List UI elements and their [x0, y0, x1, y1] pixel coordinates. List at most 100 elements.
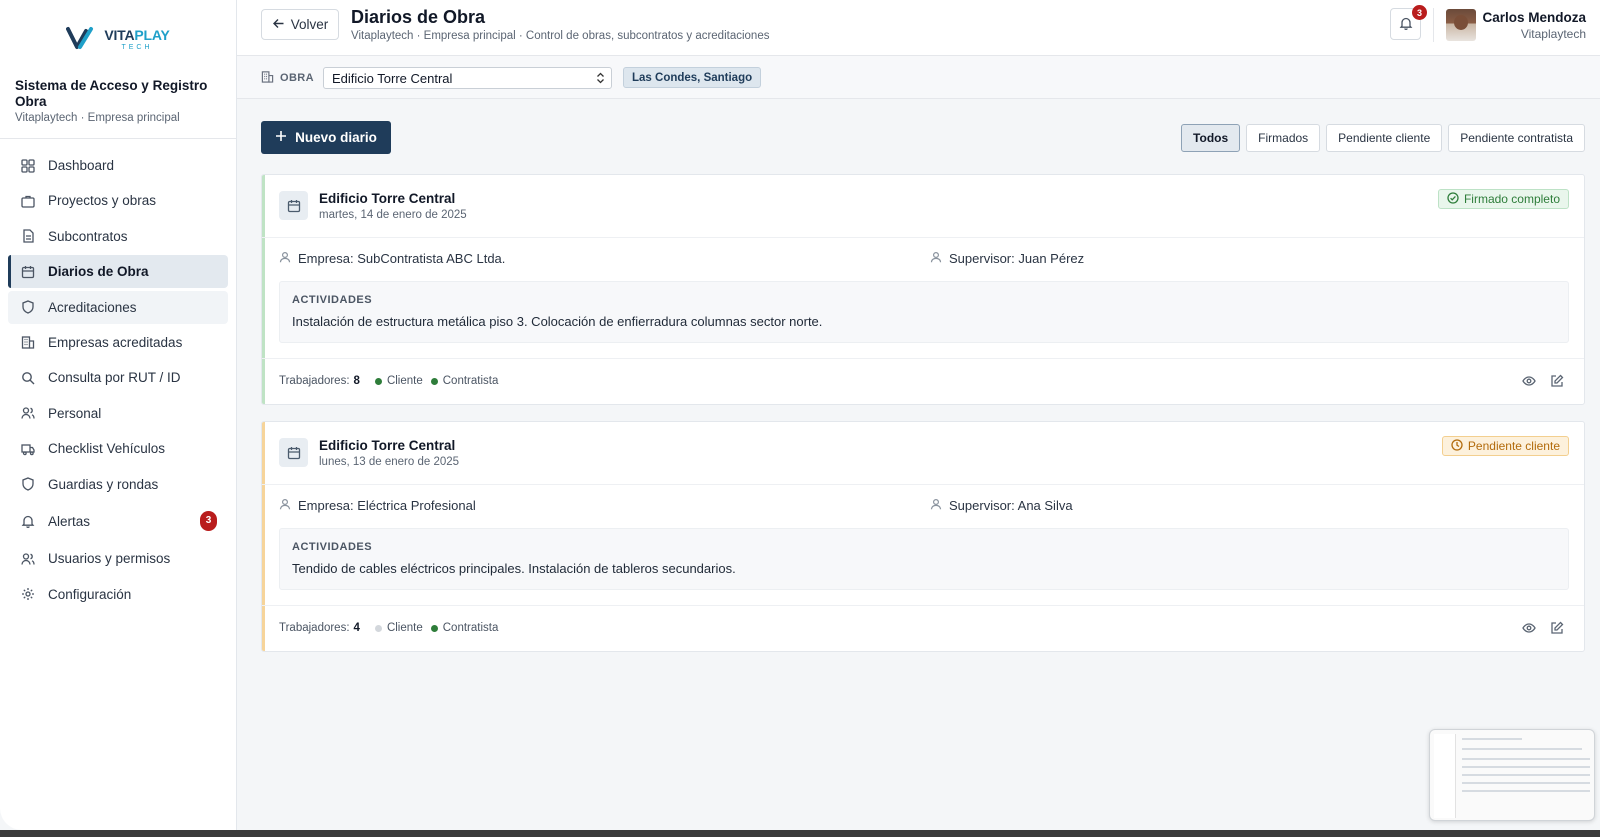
activities-box: ACTIVIDADES Instalación de estructura me… — [279, 281, 1569, 343]
logo[interactable]: VITAPLAY TECH — [0, 0, 236, 62]
user-icon — [930, 498, 942, 513]
workers-label: Trabajadores: — [279, 375, 350, 387]
obra-select[interactable]: Edificio Torre Central — [323, 67, 612, 89]
page-subtitle: Vitaplaytech · Empresa principal · Contr… — [351, 30, 770, 42]
sidebar-item-label: Diarios de Obra — [48, 264, 149, 280]
sidebar-item-settings[interactable]: Configuración — [8, 578, 228, 611]
eye-icon[interactable] — [1522, 621, 1536, 638]
contractor-signature-dot — [430, 624, 438, 632]
activities-text: Instalación de estructura metálica piso … — [292, 314, 823, 329]
location-chip: Las Condes, Santiago — [623, 67, 762, 88]
diary-company-text: Empresa: SubContratista ABC Ltda. — [298, 251, 506, 266]
user-icon — [279, 251, 291, 266]
gear-icon — [21, 587, 35, 601]
sidebar-item-label: Consulta por RUT / ID — [48, 370, 181, 386]
sidebar-item-rut-search[interactable]: Consulta por RUT / ID — [8, 361, 228, 394]
sidebar-item-label: Personal — [48, 405, 102, 421]
sidebar-item-label: Subcontratos — [48, 228, 128, 244]
edit-icon[interactable] — [1550, 621, 1564, 638]
app-window: VITAPLAY TECH Sistema de Acceso y Regist… — [0, 0, 1600, 830]
filter-all[interactable]: Todos — [1181, 124, 1241, 152]
sidebar-item-alerts[interactable]: Alertas 3 — [8, 503, 228, 540]
sidebar-nav: Dashboard Proyectos y obras Subcontratos… — [0, 139, 236, 623]
new-diary-button[interactable]: Nuevo diario — [261, 121, 391, 154]
status-badge: Firmado completo — [1437, 189, 1569, 209]
grid-icon — [21, 158, 35, 173]
sidebar-item-personnel[interactable]: Personal — [8, 397, 228, 430]
diary-title: Edificio Torre Central — [319, 438, 456, 453]
sidebar: VITAPLAY TECH Sistema de Acceso y Regist… — [0, 0, 237, 830]
sidebar-item-vehicle-checklist[interactable]: Checklist Vehículos — [8, 432, 228, 465]
sidebar-item-label: Checklist Vehículos — [48, 441, 166, 457]
client-signature-dot — [374, 624, 382, 632]
avatar[interactable] — [1446, 9, 1476, 41]
arrow-left-icon — [272, 17, 285, 33]
document-icon — [21, 229, 35, 243]
sidebar-item-label: Empresas acreditadas — [48, 334, 183, 350]
sidebar-item-projects[interactable]: Proyectos y obras — [8, 184, 228, 217]
activities-text: Tendido de cables eléctricos principales… — [292, 561, 736, 576]
diary-company-text: Empresa: Eléctrica Profesional — [298, 498, 476, 513]
user-name: Carlos Mendoza — [1482, 10, 1586, 25]
top-header: Volver Diarios de Obra Vitaplaytech · Em… — [237, 0, 1600, 56]
logo-word-primary: VITA — [104, 26, 135, 43]
diary-title: Edificio Torre Central — [319, 191, 456, 206]
back-button[interactable]: Volver — [261, 9, 339, 40]
workers-count: 4 — [353, 622, 360, 634]
obra-label-text: OBRA — [280, 72, 314, 84]
sidebar-item-diaries[interactable]: Diarios de Obra — [8, 255, 228, 289]
window-thumbnail-preview[interactable] — [1429, 729, 1595, 821]
sidebar-item-subcontracts[interactable]: Subcontratos — [8, 220, 228, 253]
bell-icon — [1399, 16, 1413, 33]
obra-select-value: Edificio Torre Central — [332, 70, 453, 86]
activities-box: ACTIVIDADES Tendido de cables eléctricos… — [279, 528, 1569, 590]
diary-company: Empresa: SubContratista ABC Ltda. — [279, 251, 505, 266]
status-badge-label: Pendiente cliente — [1467, 439, 1560, 453]
logo-word-secondary: PLAY — [134, 26, 170, 43]
client-signature-label: Cliente — [386, 622, 423, 634]
search-icon — [21, 371, 35, 385]
diary-company: Empresa: Eléctrica Profesional — [279, 498, 476, 513]
alerts-count-badge: 3 — [200, 510, 217, 531]
sidebar-item-accredited-companies[interactable]: Empresas acreditadas — [8, 326, 228, 359]
filter-pending-contractor[interactable]: Pendiente contratista — [1448, 124, 1585, 152]
sidebar-item-guards[interactable]: Guardias y rondas — [8, 468, 228, 501]
back-button-label: Volver — [290, 17, 329, 32]
filter-signed[interactable]: Firmados — [1246, 124, 1321, 152]
notifications-button[interactable]: 3 — [1390, 5, 1427, 40]
diary-supervisor: Supervisor: Juan Pérez — [930, 251, 1084, 266]
obra-label: OBRA — [261, 70, 314, 86]
calendar-icon — [21, 265, 35, 279]
sidebar-item-label: Dashboard — [48, 158, 115, 173]
truck-icon — [21, 442, 35, 456]
users-icon — [21, 406, 35, 420]
calendar-icon — [279, 438, 308, 467]
system-title: Sistema de Acceso y Registro Obra — [15, 78, 208, 109]
sidebar-item-label: Alertas — [48, 513, 91, 529]
diary-date: lunes, 13 de enero de 2025 — [319, 456, 460, 468]
shield-icon — [21, 300, 35, 314]
system-info: Sistema de Acceso y Registro Obra Vitapl… — [0, 62, 236, 139]
page-title: Diarios de Obra — [351, 7, 486, 27]
edit-icon[interactable] — [1550, 374, 1564, 391]
sidebar-item-dashboard[interactable]: Dashboard — [8, 149, 228, 182]
building-icon — [261, 70, 274, 86]
select-chevron-icon — [596, 71, 605, 88]
diary-supervisor-text: Supervisor: Ana Silva — [949, 498, 1073, 513]
filter-pending-client[interactable]: Pendiente cliente — [1326, 124, 1443, 152]
sidebar-item-users-permissions[interactable]: Usuarios y permisos — [8, 542, 228, 575]
new-diary-label: Nuevo diario — [295, 130, 377, 145]
obra-bar: OBRA Edificio Torre Central Las Condes, … — [237, 56, 1600, 99]
diary-supervisor: Supervisor: Ana Silva — [930, 498, 1073, 513]
diary-card: Edificio Torre Central martes, 14 de ene… — [261, 174, 1585, 405]
eye-icon[interactable] — [1522, 374, 1536, 391]
desktop-edge — [0, 830, 1600, 837]
diary-meta: Empresa: SubContratista ABC Ltda. Superv… — [262, 238, 1584, 281]
activities-label: ACTIVIDADES — [292, 294, 373, 306]
bell-icon — [21, 514, 35, 529]
contractor-signature-label: Contratista — [442, 622, 499, 634]
diary-meta: Empresa: Eléctrica Profesional Superviso… — [262, 485, 1584, 528]
activities-label: ACTIVIDADES — [292, 541, 373, 553]
sidebar-item-accreditations[interactable]: Acreditaciones — [8, 290, 228, 324]
logo-subtext: TECH — [121, 43, 153, 51]
